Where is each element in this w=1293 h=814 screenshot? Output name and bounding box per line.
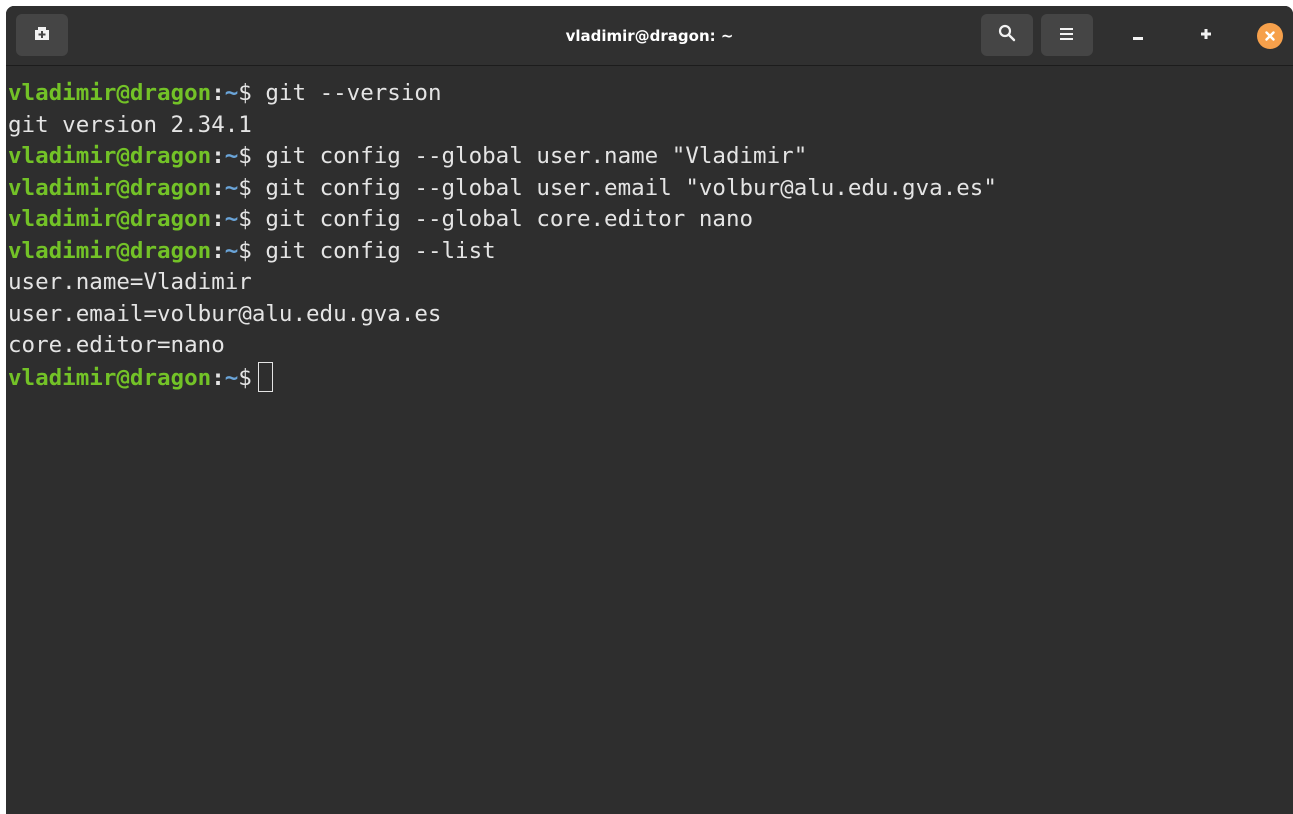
minimize-button[interactable]	[1118, 14, 1158, 56]
terminal-line: user.email=volbur@alu.edu.gva.es	[8, 299, 1293, 331]
terminal-line: vladimir@dragon:~$	[8, 361, 1293, 394]
prompt-path: ~	[224, 80, 239, 106]
text-cursor	[257, 361, 273, 392]
search-icon	[998, 24, 1016, 46]
prompt-separator: :	[211, 80, 225, 106]
command-text: git --version	[265, 80, 442, 106]
new-tab-icon	[33, 25, 51, 45]
terminal-line: user.name=Vladimir	[8, 267, 1293, 299]
prompt-path: ~	[224, 143, 239, 169]
output-text: core.editor=nano	[8, 332, 225, 358]
title-bar: vladimir@dragon: ~	[6, 6, 1293, 66]
prompt-path: ~	[224, 206, 239, 232]
prompt-user-host: vladimir@dragon	[8, 364, 212, 391]
prompt-symbol: $	[238, 143, 252, 169]
prompt-user-host: vladimir@dragon	[8, 206, 212, 232]
menu-button[interactable]	[1041, 14, 1093, 56]
prompt-path: ~	[224, 364, 239, 391]
prompt-separator: :	[211, 206, 225, 232]
prompt-user-host: vladimir@dragon	[8, 237, 212, 264]
command-text: git config --global user.name "Vladimir"	[265, 143, 808, 169]
window-title: vladimir@dragon: ~	[565, 27, 734, 45]
new-tab-button[interactable]	[16, 14, 68, 56]
command-text: git config --global user.email "volbur@a…	[265, 174, 997, 201]
prompt-path: ~	[224, 174, 239, 201]
prompt-symbol: $	[238, 364, 252, 391]
terminal-window: vladimir@dragon: ~ vladimir@dragon:~$ gi…	[6, 6, 1293, 814]
search-button[interactable]	[981, 14, 1033, 56]
maximize-button[interactable]	[1186, 14, 1226, 56]
output-text: git version 2.34.1	[8, 111, 252, 138]
close-icon	[1264, 27, 1276, 46]
prompt-user-host: vladimir@dragon	[8, 174, 212, 201]
prompt-separator: :	[211, 143, 225, 169]
command-text: git config --global core.editor nano	[265, 206, 754, 232]
terminal-line: vladimir@dragon:~$ git config --list	[8, 236, 1293, 268]
output-text: user.name=Vladimir	[8, 269, 252, 295]
prompt-symbol: $	[238, 80, 252, 106]
prompt-symbol: $	[238, 174, 252, 201]
menu-icon	[1059, 26, 1075, 45]
command-text: git config --list	[265, 237, 496, 264]
maximize-icon	[1199, 26, 1213, 45]
prompt-separator: :	[211, 174, 225, 201]
terminal-line: vladimir@dragon:~$ git config --global c…	[8, 204, 1293, 236]
close-button[interactable]	[1257, 23, 1283, 49]
terminal-line: vladimir@dragon:~$ git config --global u…	[8, 141, 1293, 173]
prompt-user-host: vladimir@dragon	[8, 80, 212, 106]
prompt-separator: :	[211, 364, 225, 391]
prompt-symbol: $	[238, 206, 252, 232]
prompt-user-host: vladimir@dragon	[8, 143, 212, 169]
prompt-separator: :	[211, 237, 225, 264]
output-text: user.email=volbur@alu.edu.gva.es	[8, 300, 442, 327]
prompt-symbol: $	[238, 237, 252, 264]
minimize-icon	[1131, 26, 1145, 45]
terminal-output[interactable]: vladimir@dragon:~$ git --version git ver…	[6, 78, 1293, 814]
terminal-line: core.editor=nano	[8, 330, 1293, 362]
terminal-line: git version 2.34.1	[8, 110, 1293, 142]
terminal-line: vladimir@dragon:~$ git config --global u…	[8, 173, 1293, 205]
prompt-path: ~	[224, 237, 239, 264]
terminal-line: vladimir@dragon:~$ git --version	[8, 78, 1293, 110]
